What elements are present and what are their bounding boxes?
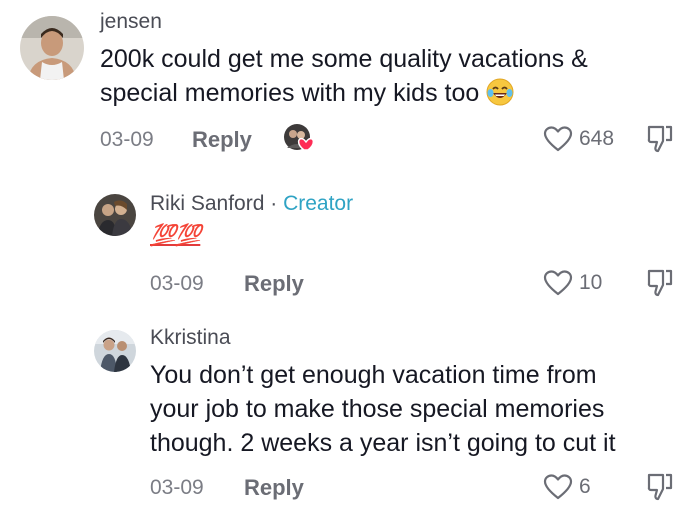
profile-photo-icon	[94, 330, 136, 372]
comment-kkristina: Kkristina You don’t get enough vacation …	[0, 320, 700, 516]
avatar-riki-sanford[interactable]	[94, 194, 136, 236]
comment-text-line: 200k could get me some quality vacations…	[100, 45, 588, 73]
hundred-points-emoji-text: 💯💯	[150, 224, 201, 247]
dislike-button[interactable]	[646, 268, 674, 303]
comment-jensen: jensen 200k could get me some quality va…	[0, 0, 700, 170]
comment-date: 03-09	[100, 128, 154, 151]
comment-username[interactable]: jensen	[100, 10, 162, 34]
comment-text-line: You don’t get enough vacation time from	[150, 361, 597, 389]
profile-photo-icon	[20, 16, 84, 80]
comment-username[interactable]: Kkristina	[150, 326, 231, 350]
like-button[interactable]: 10	[543, 269, 602, 297]
comment-text: You don’t get enough vacation time from …	[150, 358, 695, 460]
thumbs-down-icon	[647, 269, 673, 297]
comment-text-fragment: special memories with my kids too	[100, 79, 480, 107]
heart-outline-icon	[543, 474, 573, 500]
like-count: 6	[579, 475, 591, 498]
reply-button[interactable]: Reply	[192, 127, 252, 153]
reply-button[interactable]: Reply	[244, 475, 304, 501]
reply-button[interactable]: Reply	[244, 271, 304, 297]
comment-text-line: your job to make those special memories	[150, 395, 605, 423]
separator-dot: ·	[270, 192, 278, 215]
thumbs-down-icon	[647, 125, 673, 153]
avatar-kkristina[interactable]	[94, 330, 136, 372]
heart-outline-icon	[543, 270, 573, 296]
comment-date: 03-09	[150, 476, 204, 499]
creator-badge: Creator	[283, 192, 354, 215]
like-button[interactable]: 6	[543, 473, 591, 501]
dislike-button[interactable]	[646, 472, 674, 507]
avatar-jensen[interactable]	[20, 16, 84, 80]
thumbs-down-icon	[647, 473, 673, 501]
laughing-tears-emoji-icon	[485, 77, 515, 116]
comment-username-line: Riki Sanford · Creator	[150, 192, 353, 216]
dislike-button[interactable]	[646, 124, 674, 159]
comment-text: 200k could get me some quality vacations…	[100, 42, 690, 116]
comment-date: 03-09	[150, 272, 204, 295]
comment-text: 💯💯	[150, 224, 201, 248]
comment-text-line: special memories with my kids too	[100, 76, 690, 116]
comment-username[interactable]: Riki Sanford	[150, 192, 264, 215]
profile-photo-icon	[94, 194, 136, 236]
like-count: 10	[579, 271, 603, 294]
comment-text-line: though. 2 weeks a year isn’t going to cu…	[150, 429, 616, 457]
heart-outline-icon	[543, 126, 573, 152]
like-count: 648	[579, 127, 615, 150]
like-button[interactable]: 648	[543, 125, 614, 153]
creator-liked-avatar-icon	[282, 122, 318, 154]
comment-riki-sanford: Riki Sanford · Creator 💯💯 03-09 Reply 10	[0, 180, 700, 310]
